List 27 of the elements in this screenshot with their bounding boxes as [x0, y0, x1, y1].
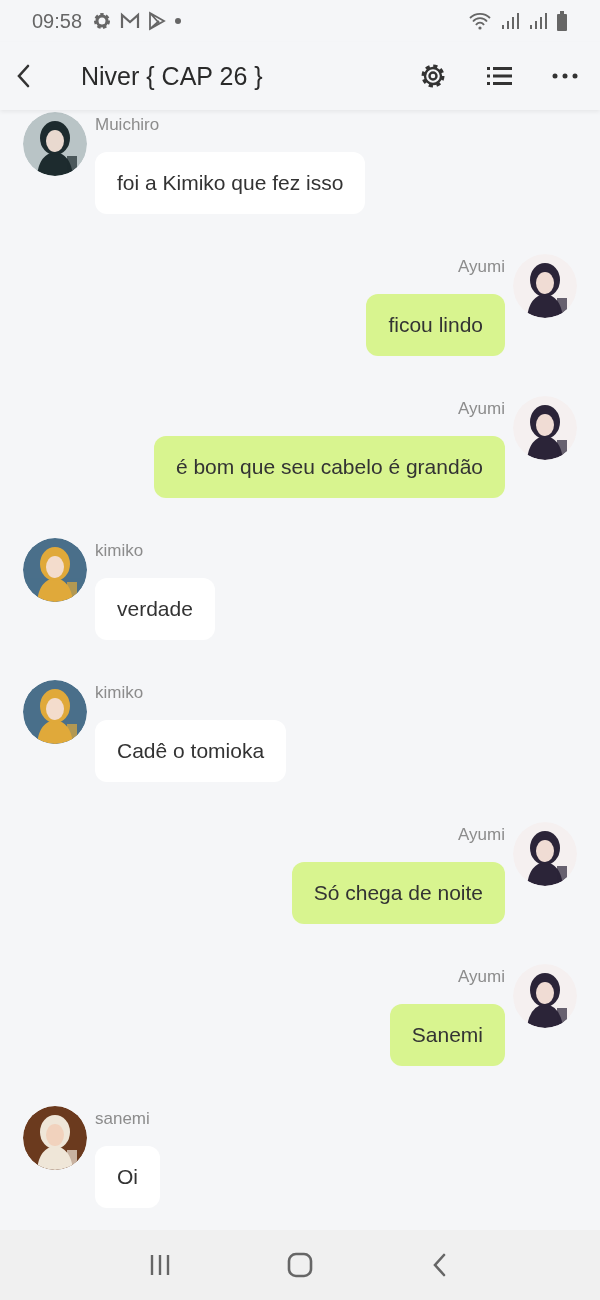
message-bubble: verdade	[95, 578, 215, 640]
signal-icon	[528, 11, 548, 31]
notification-dot-icon	[174, 17, 183, 25]
sender-name: Muichiro	[95, 115, 160, 135]
message-bubble: foi a Kimiko que fez isso	[95, 152, 366, 214]
message-bubble: é bom que seu cabelo é grandão	[153, 436, 505, 498]
sender-name: kimiko	[95, 541, 144, 561]
message-bubble: Sanemi	[389, 1004, 505, 1066]
mail-icon	[120, 12, 141, 30]
wifi-icon	[468, 11, 492, 31]
sender-name: Ayumi	[458, 399, 505, 419]
message-bubble: Cadê o tomioka	[95, 720, 287, 782]
status-time: 09:58	[32, 9, 83, 33]
gear-icon	[92, 11, 113, 31]
message-bubble: ficou lindo	[366, 294, 505, 356]
home-icon[interactable]	[286, 1251, 314, 1279]
sender-name: Ayumi	[458, 257, 505, 277]
message-bubble: Oi	[95, 1146, 160, 1208]
sender-name: Ayumi	[458, 825, 505, 845]
play-icon	[148, 11, 167, 31]
sender-name: sanemi	[95, 1109, 150, 1129]
sender-name: kimiko	[95, 683, 144, 703]
battery-icon	[556, 11, 568, 31]
sender-name: Ayumi	[458, 967, 505, 987]
signal-icon	[500, 11, 520, 31]
message-bubble: Só chega de noite	[291, 862, 505, 924]
chat-title: Niver { CAP 26 }	[81, 61, 264, 91]
